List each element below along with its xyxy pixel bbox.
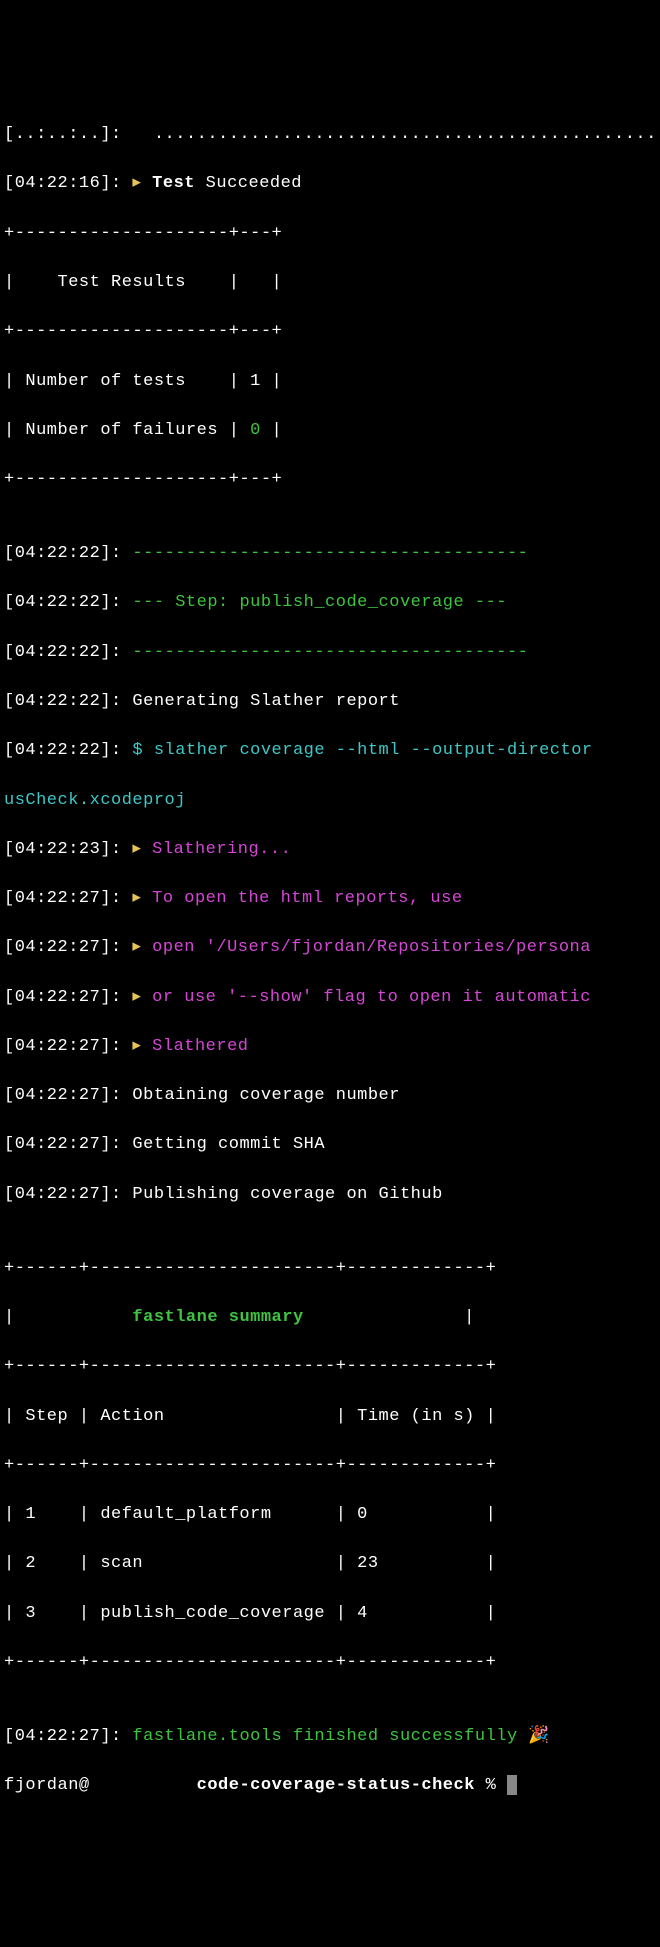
failures-count: 0 (250, 421, 261, 440)
log-message: Getting commit SHA (132, 1135, 325, 1154)
timestamp: [04:22:22]: (4, 544, 132, 563)
command-continuation: usCheck.xcodeproj (4, 789, 656, 814)
slather-message: or use '--show' flag to open it automati… (141, 988, 590, 1007)
log-message: Publishing coverage on Github (132, 1185, 442, 1204)
cursor-icon (507, 1775, 517, 1795)
log-message: Obtaining coverage number (132, 1086, 400, 1105)
divider: ------------------------------------- (132, 643, 528, 662)
timestamp: [04:22:27]: (4, 1727, 132, 1746)
timestamp: [04:22:22]: (4, 643, 132, 662)
slather-message: To open the html reports, use (141, 889, 462, 908)
table-border: +--------------------+---+ (4, 222, 656, 247)
timestamp: [04:22:22]: (4, 692, 132, 711)
summary-row: | 2 | scan | 23 | (4, 1552, 656, 1577)
timestamp: [04:22:27]: (4, 938, 132, 957)
table-row: | Number of tests | 1 | (4, 370, 656, 395)
summary-border: +------+-----------------------+--------… (4, 1651, 656, 1676)
log-line-cutoff: [..:..:..]: ............................… (4, 125, 660, 144)
log-message: Generating Slather report (132, 692, 400, 711)
divider: ------------------------------------- (132, 544, 528, 563)
timestamp: [04:22:27]: (4, 988, 132, 1007)
summary-row: | 3 | publish_code_coverage | 4 | (4, 1602, 656, 1627)
timestamp: [04:22:27]: (4, 1135, 132, 1154)
table-title: | Test Results | | (4, 271, 656, 296)
timestamp: [04:22:27]: (4, 1086, 132, 1105)
timestamp: [04:22:27]: (4, 889, 132, 908)
summary-border: +------+-----------------------+--------… (4, 1454, 656, 1479)
timestamp: [04:22:23]: (4, 840, 132, 859)
prompt-user: fjordan@ (4, 1776, 90, 1795)
summary-title: fastlane summary (132, 1308, 303, 1327)
slather-message: Slathered (141, 1037, 248, 1056)
test-label: Test (141, 174, 195, 193)
timestamp: [04:22:22]: (4, 741, 132, 760)
command-text: $ slather coverage --html --output-direc… (132, 741, 592, 760)
terminal-output[interactable]: [..:..:..]: ............................… (0, 99, 660, 1824)
table-row: | Number of failures | 0 | (4, 419, 656, 444)
summary-border: +------+-----------------------+--------… (4, 1355, 656, 1380)
arrow-icon: ▸ (122, 174, 142, 193)
summary-header: | Step | Action | Time (in s) | (4, 1405, 656, 1430)
timestamp: [04:22:27]: (4, 1037, 132, 1056)
prompt-symbol: % (475, 1776, 507, 1795)
prompt-cwd: code-coverage-status-check (197, 1776, 475, 1795)
party-emoji-icon: 🎉 (518, 1727, 550, 1746)
test-status: Succeeded (195, 174, 302, 193)
table-border: +--------------------+---+ (4, 468, 656, 493)
summary-title-row: | fastlane summary | (4, 1306, 656, 1331)
shell-prompt[interactable]: fjordan@ code-coverage-status-check % (4, 1774, 656, 1799)
step-header: --- Step: publish_code_coverage --- (132, 593, 507, 612)
success-message: fastlane.tools finished successfully (132, 1727, 517, 1746)
timestamp: [04:22:16]: (4, 174, 122, 193)
timestamp: [04:22:27]: (4, 1185, 132, 1204)
summary-border: +------+-----------------------+--------… (4, 1257, 656, 1282)
timestamp: [04:22:22]: (4, 593, 132, 612)
table-border: +--------------------+---+ (4, 320, 656, 345)
arrow-icon: ▸ (132, 1037, 141, 1056)
summary-row: | 1 | default_platform | 0 | (4, 1503, 656, 1528)
slather-message: open '/Users/fjordan/Repositories/person… (141, 938, 590, 957)
slather-message: Slathering... (141, 840, 291, 859)
